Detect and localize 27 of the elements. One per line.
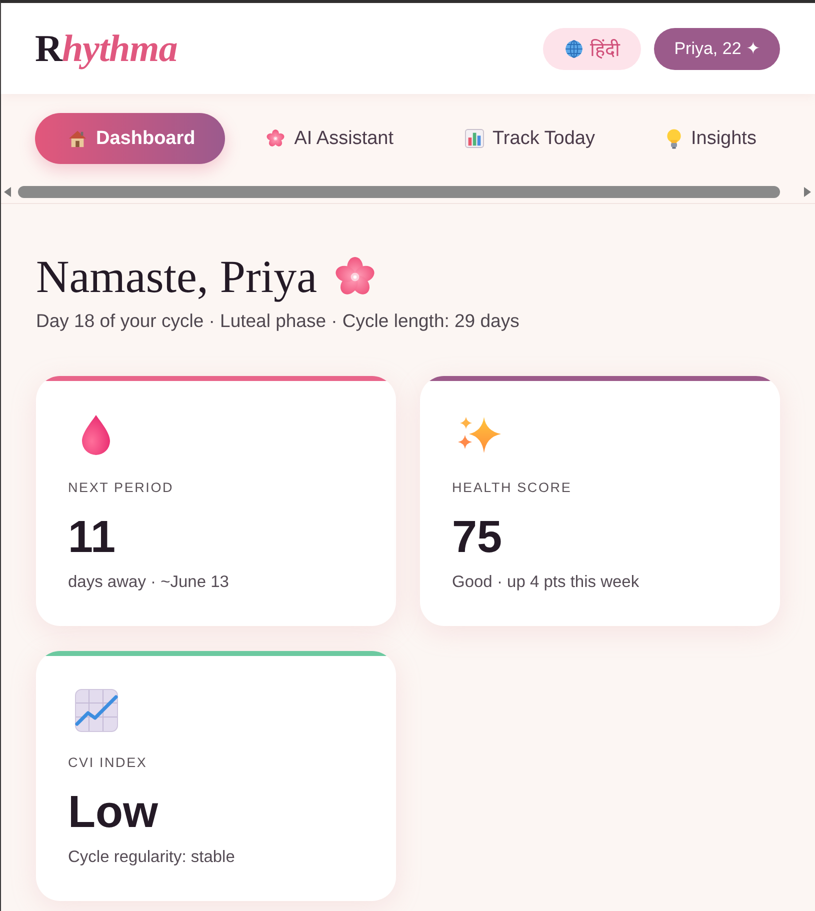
- card-value: Low: [68, 789, 159, 835]
- nav-tab[interactable]: Insights: [632, 113, 786, 164]
- greeting-title: Namaste, Priya: [36, 250, 318, 304]
- house-icon: [68, 129, 87, 148]
- flower-icon: [266, 129, 286, 148]
- card-detail: days away · ~June 13: [68, 572, 230, 592]
- globe-icon: [565, 40, 584, 58]
- app-logo: Rhythma: [35, 26, 178, 70]
- nav-tab[interactable]: Track Today: [432, 113, 625, 164]
- card-value: 11: [68, 514, 117, 560]
- card-detail: Good · up 4 pts this week: [452, 572, 640, 592]
- card-label: HEALTH SCORE: [452, 479, 573, 497]
- line-chart-icon: [75, 688, 118, 732]
- card-value: 75: [452, 514, 504, 560]
- card-detail: Cycle regularity: stable: [68, 847, 236, 867]
- scroll-right-arrow-icon[interactable]: [804, 187, 811, 197]
- drop-icon: [81, 414, 111, 456]
- cycle-summary: Day 18 of your cycle · Luteal phase · Cycle length: 29 days: [36, 310, 520, 332]
- light-bulb-icon: [666, 128, 682, 148]
- profile-button[interactable]: Priya, 22 ✦: [654, 28, 780, 70]
- nav-tab[interactable]: Dashboard: [35, 113, 226, 164]
- card-label: CVI INDEX: [68, 754, 148, 772]
- nav-tab[interactable]: AI Assistant: [233, 113, 424, 164]
- scroll-left-arrow-icon[interactable]: [4, 187, 11, 197]
- scrollbar-thumb[interactable]: [18, 186, 780, 198]
- bar-chart-icon: [464, 129, 484, 148]
- card-label: NEXT PERIOD: [68, 479, 175, 497]
